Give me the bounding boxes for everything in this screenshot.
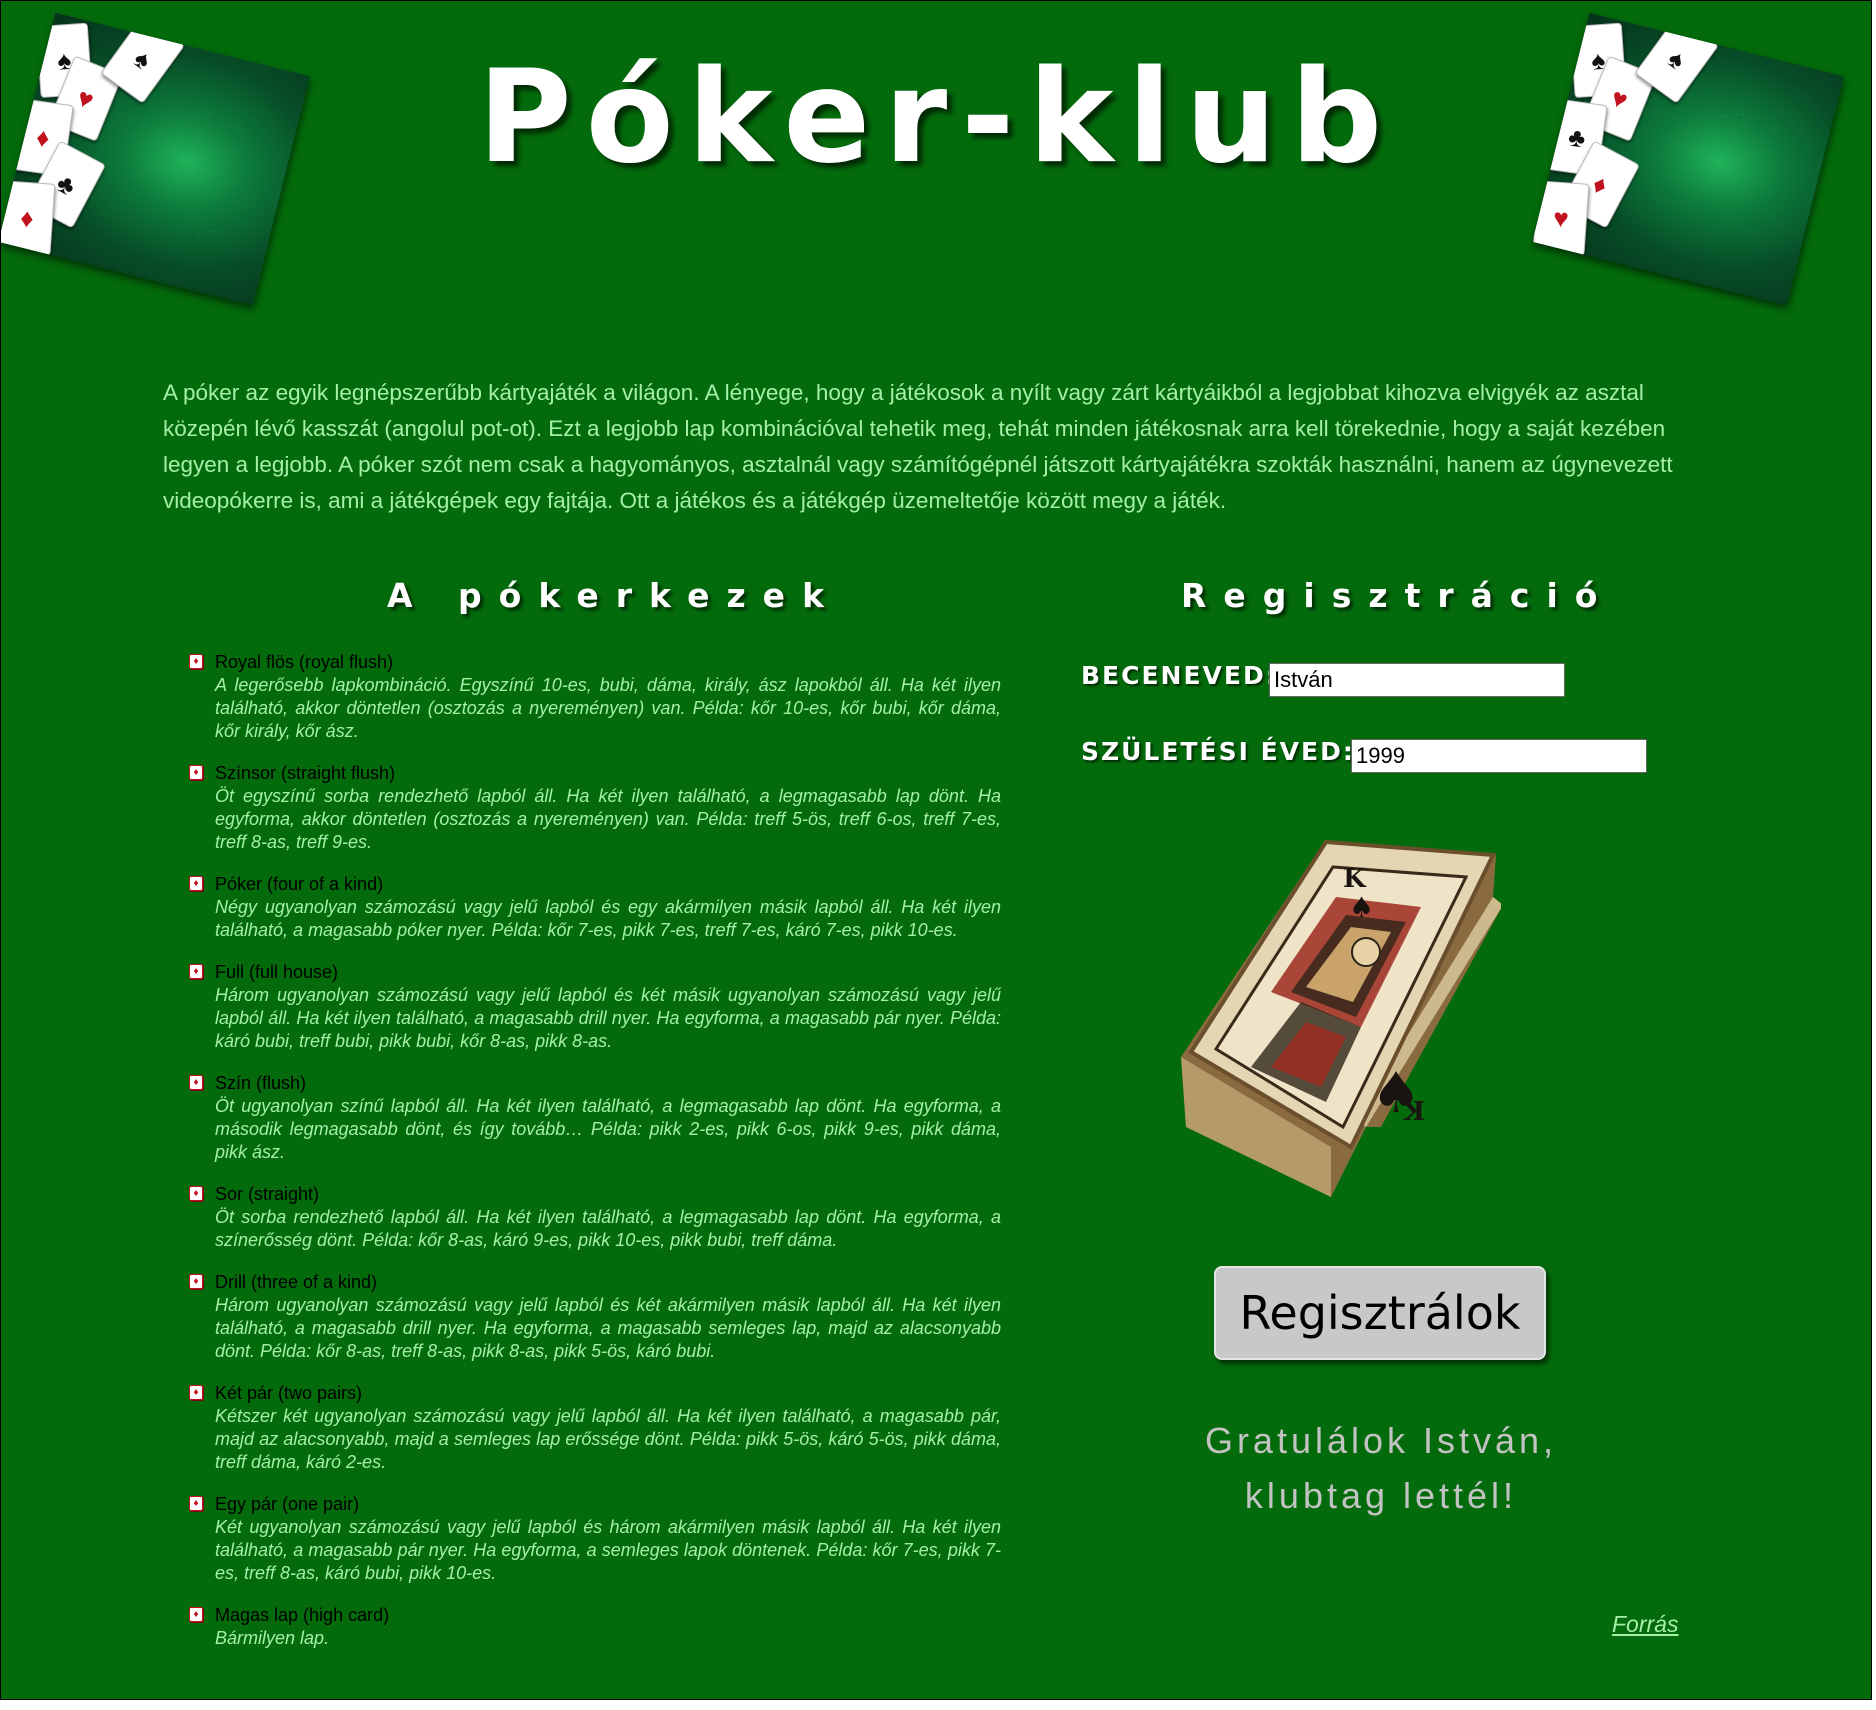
hand-description: Négy ugyanolyan számozású vagy jelű lapb… <box>215 897 1001 940</box>
card-bullet-icon: ♦ <box>189 1496 203 1511</box>
card-bullet-icon: ♦ <box>189 1186 203 1201</box>
nickname-label: Beceneved: <box>1081 661 1278 690</box>
hand-description: Öt ugyanolyan színű lapból áll. Ha két i… <box>215 1096 1001 1162</box>
hand-item: ♦ Póker (four of a kind) Négy ugyanolyan s… <box>189 873 1001 942</box>
card-bullet-icon: ♦ <box>189 765 203 780</box>
hand-name: Magas lap (high card) <box>215 1605 390 1625</box>
hand-name: Szín (flush) <box>215 1073 307 1093</box>
hand-name: Két pár (two pairs) <box>215 1383 363 1403</box>
source-link[interactable]: Forrás <box>1612 1611 1678 1638</box>
watermark: · · · · · <box>196 225 223 238</box>
birthyear-label: Születési éved: <box>1081 737 1355 766</box>
page: ♠ ♥ ♦ ♣ ♦ ♠ · · · · · · · · · · ♠ ♥ ♣ ♦ … <box>0 0 1872 1700</box>
card-bullet-icon: ♦ <box>189 1607 203 1622</box>
hand-name: Póker (four of a kind) <box>215 874 384 894</box>
hand-item: ♦ Egy pár (one pair) Két ugyanolyan számoz… <box>189 1493 1001 1585</box>
hands-heading: A pókerkezek <box>387 576 842 615</box>
hand-item: ♦ Sor (straight) Öt sorba rendezhető lapbó… <box>189 1183 1001 1252</box>
success-line-1: Gratulálok István, <box>1204 1420 1558 1461</box>
hand-item: ♦ Két pár (two pairs) Kétszer két ugyanoly… <box>189 1382 1001 1474</box>
card-bullet-icon: ♦ <box>189 876 203 891</box>
hand-item: ♦ Royal flös (royal flush) A legerősebb la… <box>189 651 1001 743</box>
hand-name: Royal flös (royal flush) <box>215 652 394 672</box>
hand-description: Bármilyen lap. <box>215 1628 330 1648</box>
svg-text:K: K <box>1343 864 1367 894</box>
success-message: Gratulálok István, klubtag lettél! <box>1041 1413 1721 1523</box>
card-bullet-icon: ♦ <box>189 1075 203 1090</box>
hand-name: Full (full house) <box>215 962 339 982</box>
hand-description: Kétszer két ugyanolyan számozású vagy je… <box>215 1406 1001 1472</box>
hand-description: Két ugyanolyan számozású vagy jelű lapbó… <box>215 1517 1001 1583</box>
hand-description: A legerősebb lapkombináció. Egyszínű 10-… <box>215 675 1001 741</box>
card-bullet-icon: ♦ <box>189 1274 203 1289</box>
birthyear-input[interactable] <box>1351 739 1647 773</box>
hand-item: ♦ Magas lap (high card) Bármilyen lap. <box>189 1604 1001 1650</box>
card-bullet-icon: ♦ <box>189 654 203 669</box>
hand-name: Sor (straight) <box>215 1184 320 1204</box>
hand-item: ♦ Színsor (straight flush) Öt egyszínű sor… <box>189 762 1001 854</box>
success-line-2: klubtag lettél! <box>1244 1475 1518 1516</box>
intro-paragraph: A póker az egyik legnépszerűbb kártyaját… <box>163 380 1673 513</box>
nickname-input[interactable] <box>1269 663 1565 697</box>
site-title: Póker-klub <box>477 43 1397 192</box>
king-of-spades-book-image: K ♠ ♠ K <box>1181 839 1501 1197</box>
hand-description: Öt egyszínű sorba rendezhető lapból áll.… <box>215 786 1001 852</box>
hand-item: ♦ Full (full house) Három ugyanolyan számo… <box>189 961 1001 1053</box>
hand-item: ♦ Szín (flush) Öt ugyanolyan színű lapból … <box>189 1072 1001 1164</box>
hand-item: ♦ Drill (three of a kind) Három ugyanolyan… <box>189 1271 1001 1363</box>
hand-description: Három ugyanolyan számozású vagy jelű lap… <box>215 1295 1001 1361</box>
hands-list: ♦ Royal flös (royal flush) A legerősebb la… <box>189 651 1001 1669</box>
svg-text:K: K <box>1401 1094 1425 1124</box>
watermark: · · · · · <box>1730 225 1757 238</box>
svg-text:♠: ♠ <box>1349 891 1374 924</box>
hand-name: Egy pár (one pair) <box>215 1494 360 1514</box>
card-bullet-icon: ♦ <box>189 964 203 979</box>
hand-name: Drill (three of a kind) <box>215 1272 378 1292</box>
card-bullet-icon: ♦ <box>189 1385 203 1400</box>
hand-description: Öt sorba rendezhető lapból áll. Ha két i… <box>215 1207 1001 1250</box>
registration-heading: Regisztráció <box>1181 576 1615 615</box>
register-button[interactable]: Regisztrálok <box>1214 1266 1546 1360</box>
hand-name: Színsor (straight flush) <box>215 763 396 783</box>
hand-description: Három ugyanolyan számozású vagy jelű lap… <box>215 985 1001 1051</box>
